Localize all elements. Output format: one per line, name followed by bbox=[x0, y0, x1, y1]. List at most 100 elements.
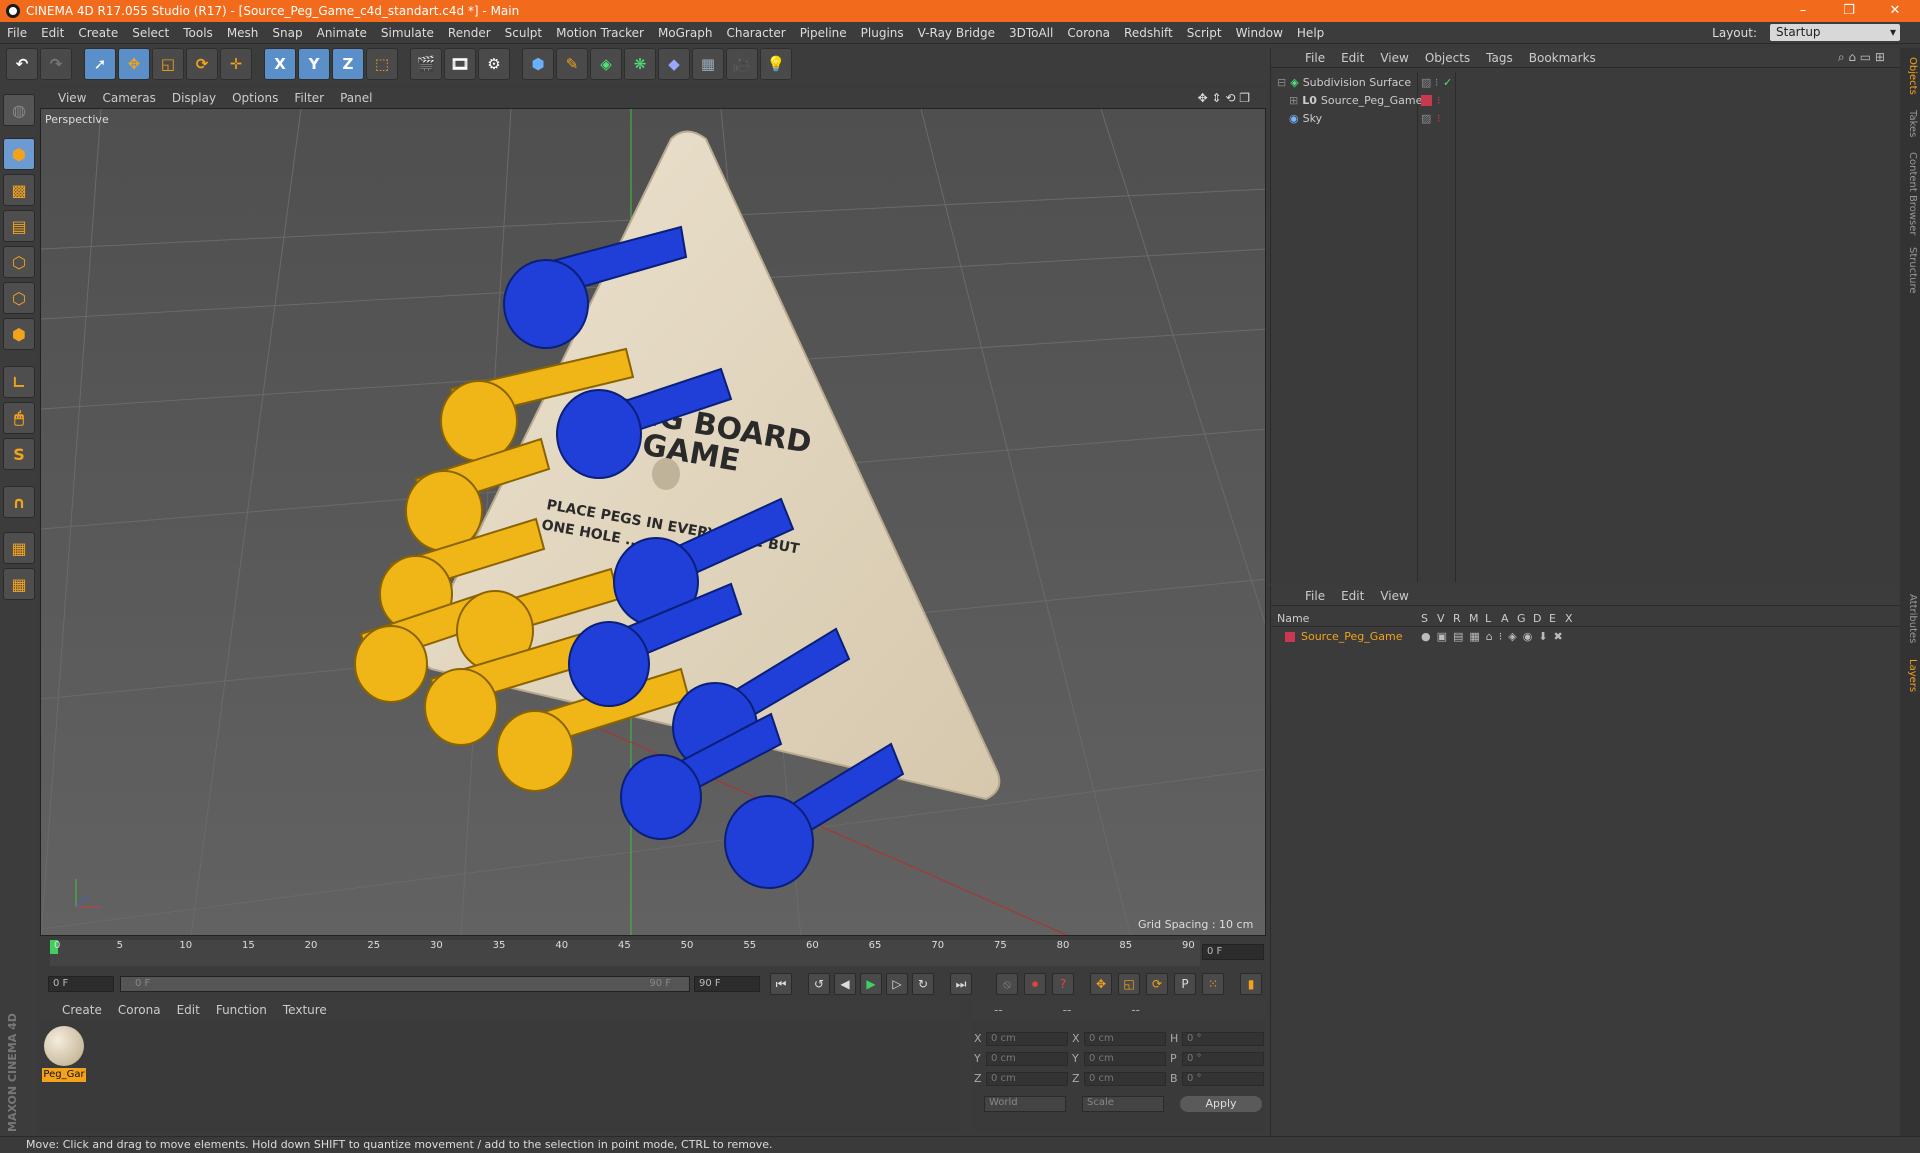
record-keys-icon[interactable]: ⦸ bbox=[996, 973, 1018, 995]
recent-tool-icon[interactable]: ✛ bbox=[220, 48, 252, 80]
menu-sculpt[interactable]: Sculpt bbox=[498, 26, 549, 40]
start-frame-field[interactable]: 0 F bbox=[48, 976, 114, 992]
rotation-b-field[interactable]: 0 ° bbox=[1182, 1072, 1264, 1086]
viewport-menu-view[interactable]: View bbox=[50, 91, 94, 105]
autokey-icon[interactable]: ⏺ bbox=[1024, 973, 1046, 995]
viewport-menu-cameras[interactable]: Cameras bbox=[94, 91, 163, 105]
magnet-icon[interactable]: ∩ bbox=[3, 486, 35, 518]
layer-row-source-peg-game[interactable]: Source_Peg_Game ●▣▤▦⌂⁝◈◉⬇✖ bbox=[1271, 628, 1901, 645]
model-mode-icon[interactable]: ⬢ bbox=[3, 138, 35, 170]
menu-snap[interactable]: Snap bbox=[265, 26, 309, 40]
tab-attributes[interactable]: Attributes bbox=[1902, 588, 1918, 650]
menu-vray-bridge[interactable]: V-Ray Bridge bbox=[911, 26, 1002, 40]
redo-icon[interactable]: ↷ bbox=[40, 48, 72, 80]
scale-tool-icon[interactable]: ◱ bbox=[152, 48, 184, 80]
tab-takes[interactable]: Takes bbox=[1902, 106, 1918, 142]
size-z-field[interactable]: 0 cm bbox=[1084, 1072, 1166, 1086]
cube-primitive-icon[interactable]: ⬢ bbox=[522, 48, 554, 80]
snapping-icon[interactable]: S bbox=[3, 438, 35, 470]
z-axis-lock-button[interactable]: Z bbox=[332, 48, 364, 80]
menu-create[interactable]: Create bbox=[71, 26, 125, 40]
camera-icon[interactable]: 🎥 bbox=[726, 48, 758, 80]
menu-plugins[interactable]: Plugins bbox=[854, 26, 911, 40]
material-menu-create[interactable]: Create bbox=[54, 1003, 110, 1017]
menu-file[interactable]: File bbox=[0, 26, 34, 40]
menu-3dtoall[interactable]: 3DToAll bbox=[1002, 26, 1060, 40]
visibility-toggle-icon[interactable]: ▨ bbox=[1421, 112, 1431, 125]
rotation-key-icon[interactable]: ⟳ bbox=[1146, 973, 1168, 995]
rotate-tool-icon[interactable]: ⟳ bbox=[186, 48, 218, 80]
next-key-icon[interactable]: ↻ bbox=[912, 973, 934, 995]
maximize-button[interactable]: ❐ bbox=[1826, 0, 1872, 22]
tab-structure[interactable]: Structure bbox=[1902, 244, 1918, 296]
size-mode-dropdown[interactable]: Scale bbox=[1082, 1096, 1164, 1112]
menu-script[interactable]: Script bbox=[1180, 26, 1229, 40]
menu-motion-tracker[interactable]: Motion Tracker bbox=[549, 26, 651, 40]
perspective-viewport[interactable]: PEG BOARD GAME PLACE PEGS IN EVERY HOLE … bbox=[40, 108, 1266, 936]
material-swatch[interactable]: Peg_Gar bbox=[42, 1024, 86, 1082]
size-y-field[interactable]: 0 cm bbox=[1084, 1052, 1166, 1066]
undo-icon[interactable]: ↶ bbox=[6, 48, 38, 80]
select-arrow-icon[interactable]: ➚ bbox=[84, 48, 116, 80]
layer-color-swatch[interactable] bbox=[1421, 95, 1432, 106]
subdivision-surface-icon[interactable]: ◈ bbox=[590, 48, 622, 80]
render-view-icon[interactable]: 🎬 bbox=[410, 48, 442, 80]
frame-range-slider[interactable]: 0 F 90 F bbox=[120, 976, 690, 992]
render-picture-viewer-icon[interactable]: 🎞 bbox=[444, 48, 476, 80]
go-to-end-icon[interactable]: ⏭ bbox=[950, 973, 972, 995]
workplane-mode-icon[interactable]: ▤ bbox=[3, 210, 35, 242]
material-menu-corona[interactable]: Corona bbox=[110, 1003, 169, 1017]
position-y-field[interactable]: 0 cm bbox=[986, 1052, 1068, 1066]
light-icon[interactable]: 💡 bbox=[760, 48, 792, 80]
objects-menu-edit[interactable]: Edit bbox=[1333, 51, 1372, 65]
menu-edit[interactable]: Edit bbox=[34, 26, 71, 40]
menu-corona[interactable]: Corona bbox=[1060, 26, 1117, 40]
menu-redshift[interactable]: Redshift bbox=[1117, 26, 1180, 40]
layer-flag-icons[interactable]: ●▣▤▦⌂⁝◈◉⬇✖ bbox=[1421, 630, 1569, 643]
layer-color-swatch[interactable] bbox=[1285, 631, 1295, 642]
move-tool-icon[interactable]: ✥ bbox=[118, 48, 150, 80]
size-x-field[interactable]: 0 cm bbox=[1084, 1032, 1166, 1046]
previous-key-icon[interactable]: ↺ bbox=[808, 973, 830, 995]
menu-help[interactable]: Help bbox=[1290, 26, 1331, 40]
apply-button[interactable]: Apply bbox=[1180, 1096, 1262, 1112]
minimize-button[interactable]: – bbox=[1780, 0, 1826, 22]
point-level-key-icon[interactable]: ⁙ bbox=[1202, 973, 1224, 995]
viewport-menu-panel[interactable]: Panel bbox=[332, 91, 380, 105]
visibility-dots-icon[interactable]: ⁝ bbox=[1437, 94, 1441, 107]
material-menu-edit[interactable]: Edit bbox=[169, 1003, 208, 1017]
parameter-key-icon[interactable]: P bbox=[1174, 973, 1196, 995]
close-button[interactable]: ✕ bbox=[1872, 0, 1918, 22]
tree-expander-icon[interactable]: ⊞ bbox=[1289, 94, 1298, 107]
position-x-field[interactable]: 0 cm bbox=[986, 1032, 1068, 1046]
points-mode-icon[interactable]: ⬡ bbox=[3, 246, 35, 278]
visibility-toggle-icon[interactable]: ▨ ⁝ bbox=[1421, 76, 1438, 89]
menu-select[interactable]: Select bbox=[125, 26, 176, 40]
viewport-menu-filter[interactable]: Filter bbox=[286, 91, 332, 105]
polygons-mode-icon[interactable]: ⬢ bbox=[3, 318, 35, 350]
go-to-start-icon[interactable]: ⏮ bbox=[770, 973, 792, 995]
deformer-icon[interactable]: ◆ bbox=[658, 48, 690, 80]
menu-simulate[interactable]: Simulate bbox=[374, 26, 441, 40]
object-row-sky[interactable]: ◉ Sky ▨ ⁝ bbox=[1271, 110, 1901, 127]
objects-menu-objects[interactable]: Objects bbox=[1417, 51, 1478, 65]
tab-content-browser[interactable]: Content Browser bbox=[1902, 148, 1918, 240]
object-row-subdivision-surface[interactable]: ⊟ ◈ Subdivision Surface ▨ ⁝ ✓ bbox=[1271, 74, 1901, 91]
tweak-mode-icon[interactable]: 🖱 bbox=[3, 402, 35, 434]
layers-menu-edit[interactable]: Edit bbox=[1333, 589, 1372, 603]
workplane-rotate-icon[interactable]: ▦ bbox=[3, 568, 35, 600]
previous-frame-icon[interactable]: ◀ bbox=[834, 973, 856, 995]
end-frame-field[interactable]: 90 F bbox=[694, 976, 760, 992]
pen-spline-icon[interactable]: ✎ bbox=[556, 48, 588, 80]
menu-pipeline[interactable]: Pipeline bbox=[793, 26, 854, 40]
visibility-dots-icon[interactable]: ⁝ bbox=[1437, 112, 1441, 125]
position-z-field[interactable]: 0 cm bbox=[986, 1072, 1068, 1086]
objects-menu-view[interactable]: View bbox=[1372, 51, 1416, 65]
rotation-h-field[interactable]: 0 ° bbox=[1182, 1032, 1264, 1046]
object-manager-search-home-icons[interactable]: ⌕ ⌂ ▭ ⊞ bbox=[1830, 50, 1893, 65]
axis-mode-icon[interactable]: ∟ bbox=[3, 366, 35, 398]
menu-character[interactable]: Character bbox=[719, 26, 792, 40]
menu-animate[interactable]: Animate bbox=[310, 26, 374, 40]
objects-menu-bookmarks[interactable]: Bookmarks bbox=[1521, 51, 1604, 65]
rotation-p-field[interactable]: 0 ° bbox=[1182, 1052, 1264, 1066]
